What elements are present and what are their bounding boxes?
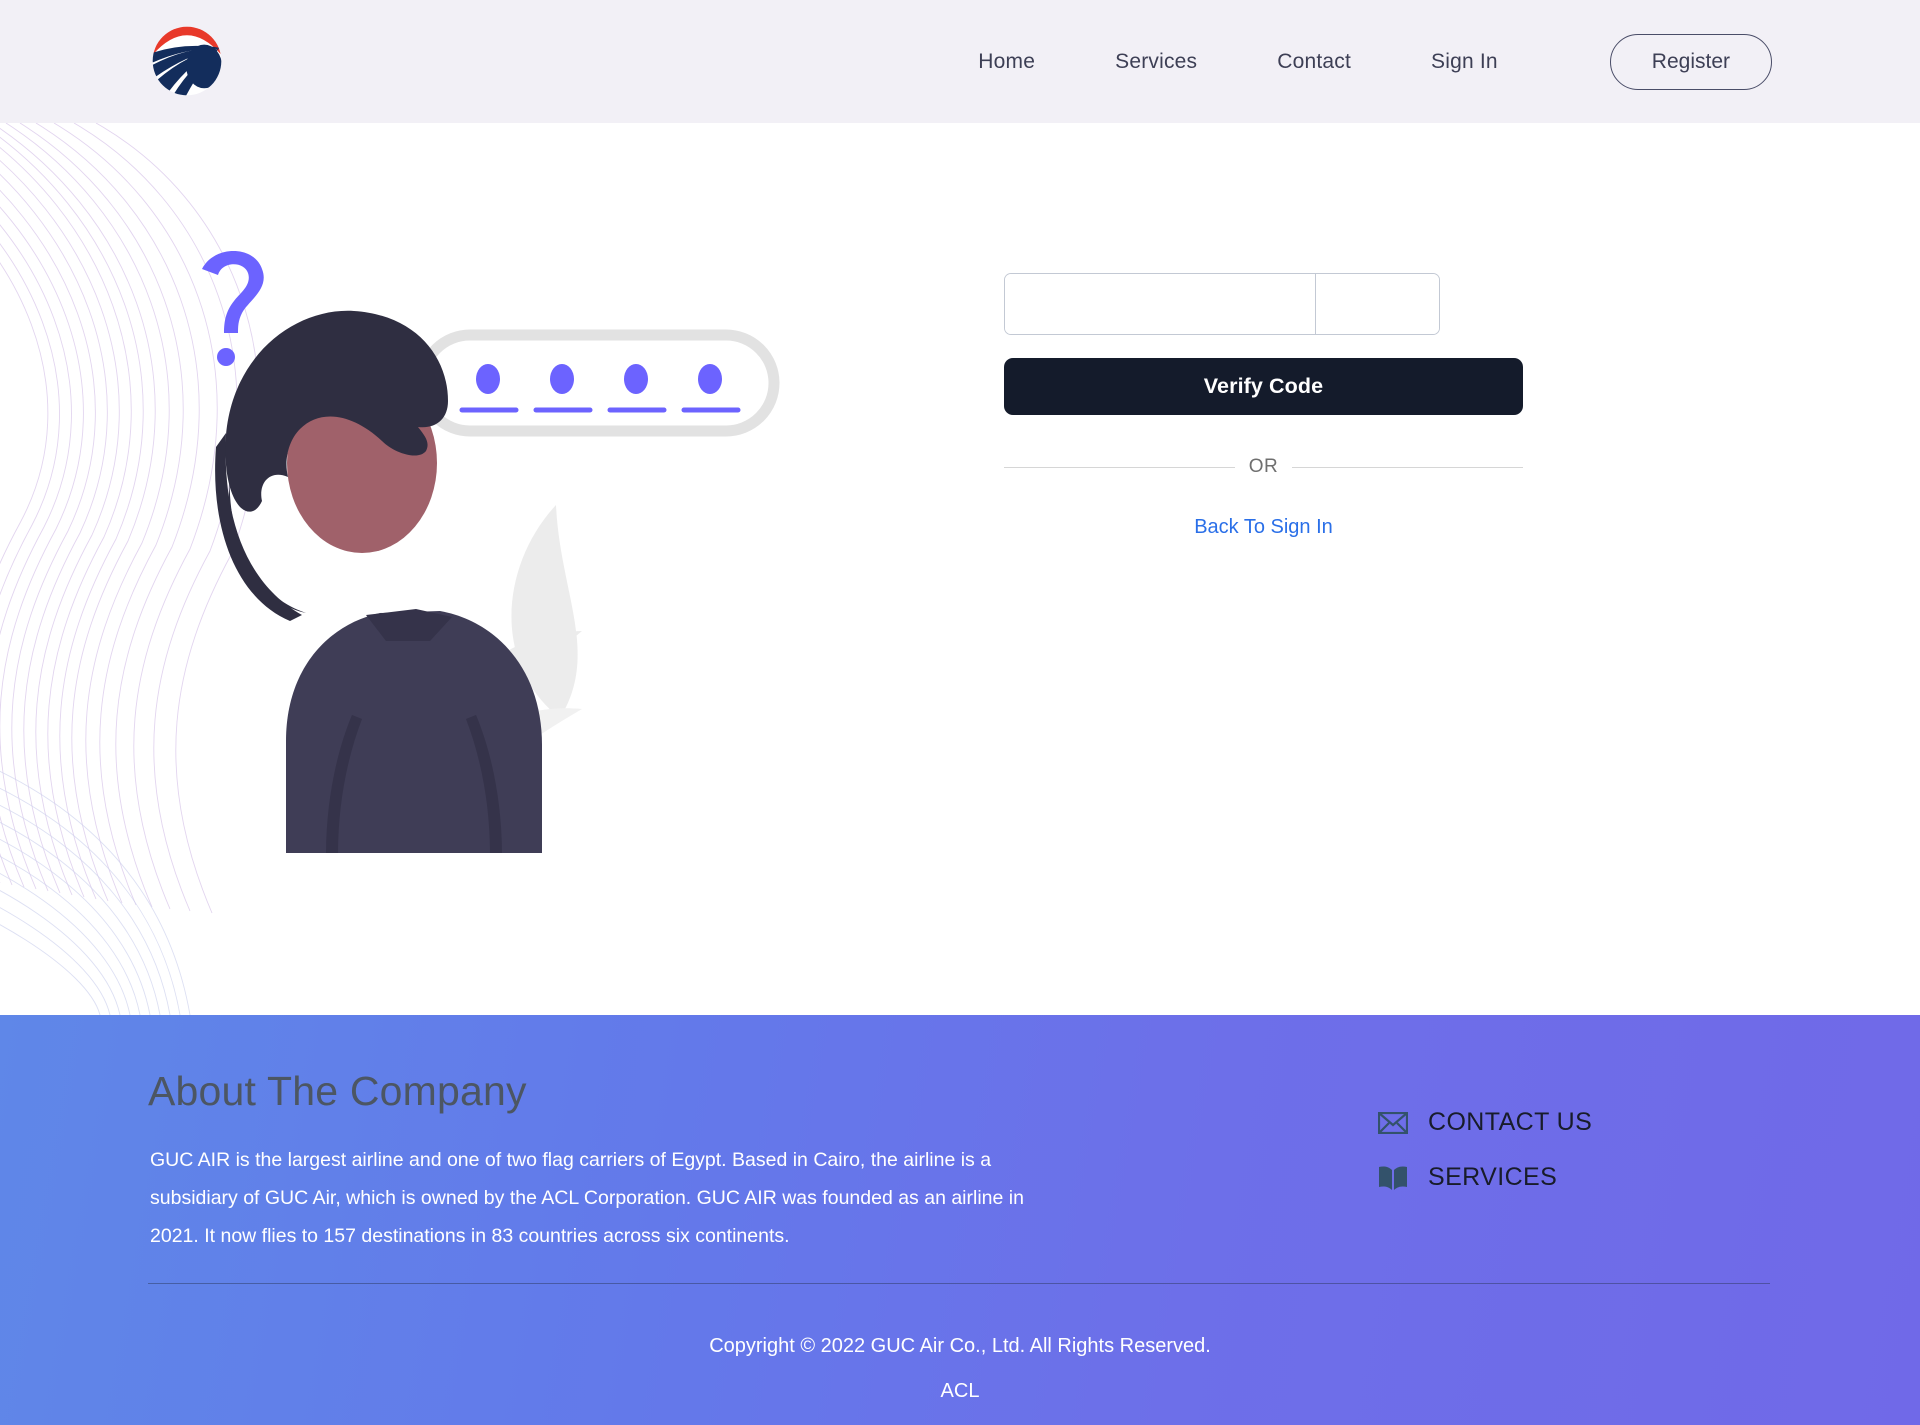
nav-link-contact[interactable]: Contact [1237, 50, 1391, 74]
or-divider-label: OR [1248, 456, 1279, 477]
code-digit-1[interactable] [1005, 274, 1316, 334]
verify-code-button[interactable]: Verify Code [1004, 358, 1523, 415]
footer-link-services[interactable]: SERVICES [1378, 1163, 1592, 1192]
nav-link-home[interactable]: Home [938, 50, 1075, 74]
back-to-sign-in-link[interactable]: Back To Sign In [1004, 516, 1523, 539]
envelope-icon [1378, 1110, 1408, 1136]
copyright-line-2: ACL [940, 1380, 980, 1402]
page-root: Home Services Contact Sign In Register V… [0, 0, 1920, 1425]
main-navigation: Home Services Contact Sign In Register [938, 0, 1920, 123]
verification-code-input-group[interactable] [1004, 273, 1440, 335]
copyright-block: Copyright © 2022 GUC Air Co., Ltd. All R… [0, 1335, 1920, 1403]
guc-air-logo-icon [152, 26, 222, 96]
footer-divider [148, 1283, 1770, 1284]
main-content: Verify Code OR Back To Sign In [0, 123, 1920, 1015]
or-divider: OR [1004, 456, 1523, 478]
footer-links: CONTACT US SERVICES [1378, 1108, 1592, 1192]
verify-code-form: Verify Code OR Back To Sign In [1004, 273, 1524, 539]
site-header: Home Services Contact Sign In Register [0, 0, 1920, 123]
or-divider-line-left [1004, 466, 1235, 468]
forgot-password-illustration [202, 251, 780, 853]
open-book-icon [1378, 1165, 1408, 1191]
about-company-title: About The Company [148, 1068, 527, 1114]
nav-link-services[interactable]: Services [1075, 50, 1237, 74]
code-digit-2[interactable] [1316, 274, 1439, 334]
or-divider-line-right [1292, 466, 1523, 468]
footer-link-contact-us-label: CONTACT US [1428, 1108, 1593, 1136]
copyright-line-1: Copyright © 2022 GUC Air Co., Ltd. All R… [709, 1335, 1211, 1357]
footer-link-services-label: SERVICES [1428, 1163, 1558, 1191]
question-mark-icon [202, 251, 264, 366]
about-company-text: GUC AIR is the largest airline and one o… [150, 1149, 1024, 1247]
footer-link-contact-us[interactable]: CONTACT US [1378, 1108, 1592, 1137]
register-button[interactable]: Register [1609, 33, 1772, 90]
nav-link-sign-in[interactable]: Sign In [1391, 50, 1538, 74]
brand-logo[interactable] [148, 22, 226, 100]
code-bubble [416, 329, 780, 437]
